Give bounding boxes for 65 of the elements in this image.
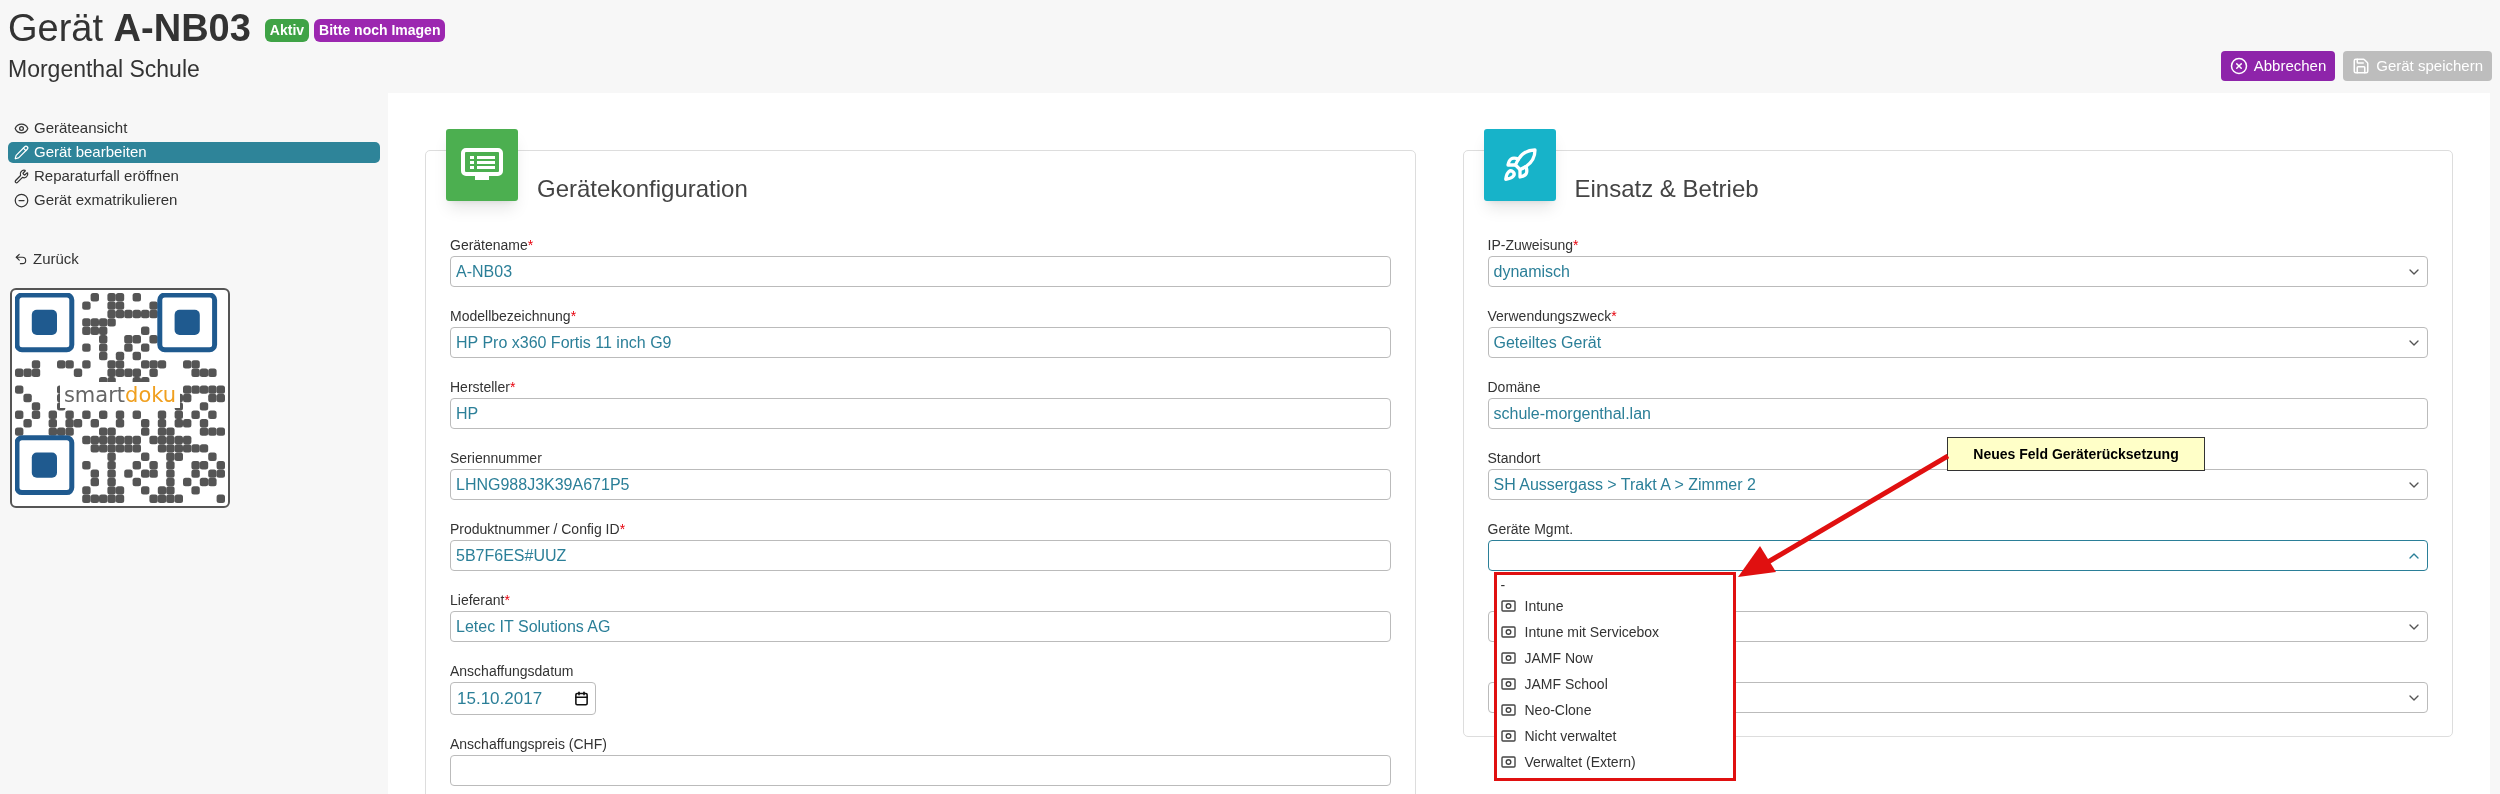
eye-icon [14, 121, 29, 136]
field-label: Anschaffungspreis (CHF) [450, 736, 607, 752]
dropdown-option[interactable]: Verwaltet (Extern) [1500, 749, 1733, 775]
dropdown-option[interactable]: JAMF School [1500, 671, 1733, 697]
device-icon [1500, 756, 1516, 768]
date-field[interactable]: 15.10.2017 [450, 682, 596, 715]
field-label: Domäne [1487, 379, 1541, 395]
sidebar-item[interactable]: Geräteansicht [8, 118, 380, 139]
minus-circle-icon [14, 193, 29, 208]
close-icon [2229, 57, 2248, 75]
card-title: Gerätekonfiguration [537, 174, 748, 204]
field-label: Gerätename* [450, 237, 534, 253]
wrench-icon [14, 169, 29, 184]
device-icon [1500, 704, 1516, 716]
card-title: Einsatz & Betrieb [1574, 174, 1759, 204]
device-icon [1500, 600, 1516, 612]
sidebar-item[interactable]: Reparaturfall eröffnen [8, 166, 380, 187]
status-badge: Bitte noch Imagen [314, 18, 446, 42]
text-field[interactable] [450, 755, 1391, 786]
field-label: Geräte Mgmt. [1487, 521, 1574, 537]
qr-logo-text: smartdoku [59, 381, 181, 408]
field-label: Standort [1487, 450, 1541, 466]
text-field[interactable]: Letec IT Solutions AG [450, 611, 1391, 642]
text-field[interactable]: schule-morgenthal.lan [1487, 398, 2428, 429]
monitor-list-icon [460, 147, 504, 183]
text-field[interactable]: LHNG988J3K39A671P5 [450, 469, 1391, 500]
dropdown-option[interactable]: Intune mit Servicebox [1500, 619, 1733, 645]
field-label: Produktnummer / Config ID* [450, 521, 626, 537]
back-link[interactable]: Zurück [14, 248, 79, 271]
save-icon [2352, 57, 2371, 75]
device-icon [1500, 678, 1516, 690]
sidebar-item[interactable]: Gerät exmatrikulieren [8, 190, 380, 211]
text-field[interactable]: HP Pro x360 Fortis 11 inch G9 [450, 327, 1391, 358]
field-label: Hersteller* [450, 379, 516, 395]
device-icon [1500, 730, 1516, 742]
back-icon [14, 252, 28, 267]
page-title: Gerät A-NB03 [8, 6, 251, 51]
annotation-note: Neues Feld Geräterücksetzung [1947, 437, 2205, 471]
select-field[interactable] [1487, 540, 2428, 571]
text-field[interactable]: A-NB03 [450, 256, 1391, 287]
device-icon [1500, 652, 1516, 664]
sidebar-item[interactable]: Gerät bearbeiten [8, 142, 380, 163]
dropdown-option[interactable]: Nicht verwaltet [1500, 723, 1733, 749]
dropdown-option[interactable]: Neo-Clone [1500, 697, 1733, 723]
field-label: Anschaffungsdatum [450, 663, 574, 679]
field-label: Lieferant* [450, 592, 510, 608]
page-subtitle: Morgenthal Schule [8, 55, 200, 84]
calendar-icon [574, 691, 589, 706]
select-field[interactable]: Geteiltes Gerät [1487, 327, 2428, 358]
select-field[interactable]: SH Aussergass > Trakt A > Zimmer 2 [1487, 469, 2428, 500]
select-field[interactable]: dynamisch [1487, 256, 2428, 287]
cancel-button[interactable]: Abbrechen [2220, 51, 2336, 81]
field-label: Modellbezeichnung* [450, 308, 577, 324]
field-label: Verwendungszweck* [1487, 308, 1617, 324]
dropdown-option[interactable]: - [1500, 577, 1733, 593]
rocket-icon [1501, 147, 1538, 183]
pencil-icon [14, 145, 29, 160]
device-icon [1500, 626, 1516, 638]
field-label: Seriennummer [450, 450, 542, 466]
text-field[interactable]: 5B7F6ES#UUZ [450, 540, 1391, 571]
text-field[interactable]: HP [450, 398, 1391, 429]
dropdown-option[interactable]: Intune [1500, 593, 1733, 619]
field-label: IP-Zuweisung* [1487, 237, 1579, 253]
dropdown-option[interactable]: JAMF Now [1500, 645, 1733, 671]
status-badge: Aktiv [264, 18, 310, 42]
